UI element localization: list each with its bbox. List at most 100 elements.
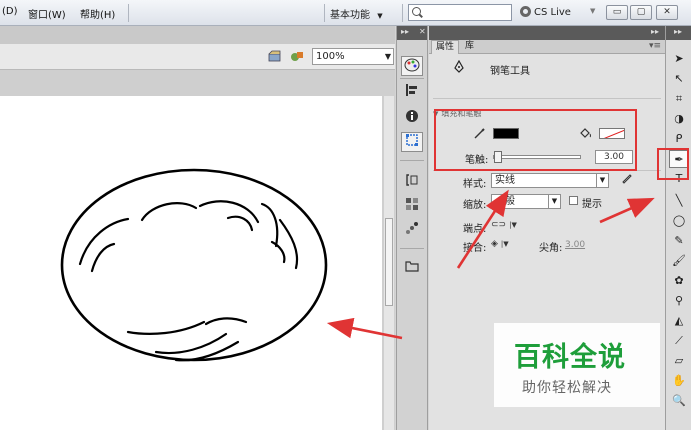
zoom-tool-icon[interactable]: 🔍 xyxy=(669,392,689,410)
workspace-label: 基本功能 xyxy=(330,10,370,21)
document-tab-strip xyxy=(0,26,395,44)
align-icon xyxy=(406,84,417,96)
tool-name: 钢笔工具 xyxy=(490,66,530,77)
brush-tool-icon[interactable]: 🖌 xyxy=(669,252,689,270)
align-panel-button[interactable] xyxy=(401,82,423,102)
deco-tool-icon[interactable]: ✿ xyxy=(669,272,689,290)
close-button[interactable]: ✕ xyxy=(656,5,678,20)
zoom-value: 100% xyxy=(316,51,345,62)
scale-select[interactable]: 一般 ▼ xyxy=(491,194,561,209)
miter-value[interactable]: 3.00 xyxy=(565,240,585,250)
divider xyxy=(400,248,424,249)
style-label: 样式: xyxy=(463,179,487,190)
menubar: (D) 窗口(W) 帮助(H) 基本功能 ▼ CS Live ▼ ▭ ▢ ✕ xyxy=(0,0,691,26)
cs-live-label: CS Live xyxy=(534,7,571,18)
collapse-panel-icon[interactable]: ▸▸ xyxy=(674,27,682,36)
search-icon xyxy=(412,7,421,16)
edit-symbols-icon[interactable] xyxy=(290,50,304,62)
edit-stroke-style-icon[interactable] xyxy=(621,172,633,184)
scrollbar-thumb[interactable] xyxy=(385,218,393,306)
selection-tool-icon[interactable]: ➤ xyxy=(669,50,689,68)
restore-button[interactable]: ▢ xyxy=(630,5,652,20)
zoom-select[interactable]: 100% ▼ xyxy=(312,48,394,65)
chevron-down-icon: |▼ xyxy=(509,221,517,229)
components-panel-button[interactable] xyxy=(401,196,423,216)
chevron-down-icon: ▼ xyxy=(548,195,560,208)
menu-item-window[interactable]: 窗口(W) xyxy=(28,6,66,21)
expand-panels-icon[interactable]: ▸▸ xyxy=(401,27,409,36)
watermark-subtitle: 助你轻松解决 xyxy=(522,380,612,396)
panel-tabs: 属性 库 ▾≡ xyxy=(429,40,665,54)
stroke-style-value: 实线 xyxy=(495,175,515,186)
info-icon xyxy=(406,110,418,122)
menu-item-help[interactable]: 帮助(H) xyxy=(80,6,115,21)
edit-scene-icon[interactable] xyxy=(268,50,282,62)
menu-separator xyxy=(128,4,129,22)
free-transform-tool-icon[interactable]: ⌗ xyxy=(669,90,689,108)
menu-separator xyxy=(402,4,403,22)
code-snippet-icon xyxy=(406,174,418,186)
close-icon[interactable]: ✕ xyxy=(419,27,426,36)
hint-label: 提示 xyxy=(582,199,602,210)
pencil-tool-icon[interactable]: ✎ xyxy=(669,232,689,250)
stage-vertical-scrollbar[interactable] xyxy=(384,96,394,430)
cs-live-icon xyxy=(520,6,531,17)
chevron-down-icon: ▼ xyxy=(384,52,391,61)
menu-separator xyxy=(324,4,325,22)
drawing xyxy=(60,168,328,362)
eyedropper-tool-icon[interactable]: ⟋ xyxy=(669,332,689,350)
bone-tool-icon[interactable]: ⚲ xyxy=(669,292,689,310)
collapsed-panels-strip: ▸▸ ✕ xyxy=(396,26,428,430)
chevron-down-icon[interactable]: ▼ xyxy=(590,7,595,15)
subselection-tool-icon[interactable]: ↖ xyxy=(669,70,689,88)
scale-label: 缩放: xyxy=(463,200,487,211)
stroke-style-select[interactable]: 实线 ▼ xyxy=(491,173,609,188)
3d-rotation-tool-icon[interactable]: ◑ xyxy=(669,110,689,128)
tools-panel: ▸▸ ➤ ↖ ⌗ ◑ ᑭ ✒ T ╲ ◯ ✎ 🖌 ✿ ⚲ ◭ ⟋ ▱ ✋ 🔍 xyxy=(665,26,691,430)
panel-header: ▸▸ ✕ xyxy=(397,26,427,40)
folder-icon xyxy=(405,261,419,272)
join-style-select[interactable]: ◈ |▼ xyxy=(491,239,509,249)
code-snippets-button[interactable] xyxy=(401,172,423,192)
line-tool-icon[interactable]: ╲ xyxy=(669,192,689,210)
hand-tool-icon[interactable]: ✋ xyxy=(669,372,689,390)
collapse-panel-icon[interactable]: ▸▸ xyxy=(651,27,659,36)
join-label: 接合: xyxy=(463,243,487,254)
round-cap-icon: ⊂⊃ xyxy=(491,220,507,230)
watermark: 百科全说 助你轻松解决 xyxy=(494,323,660,407)
paint-bucket-tool-icon[interactable]: ◭ xyxy=(669,312,689,330)
oval-tool-icon[interactable]: ◯ xyxy=(669,212,689,230)
project-panel-button[interactable] xyxy=(401,258,423,278)
join-icon: ◈ xyxy=(491,239,498,249)
search-input[interactable] xyxy=(425,5,505,19)
panel-menu-icon[interactable]: ▾≡ xyxy=(649,41,661,51)
panel-header: ▸▸ xyxy=(666,26,691,40)
tab-library[interactable]: 库 xyxy=(461,40,478,54)
color-panel-button[interactable] xyxy=(401,56,423,76)
stage-canvas[interactable] xyxy=(0,96,382,430)
chevron-down-icon: ▼ xyxy=(377,12,383,20)
info-panel-button[interactable] xyxy=(401,108,423,128)
chevron-down-icon: ▼ xyxy=(596,174,608,187)
lasso-tool-icon[interactable]: ᑭ xyxy=(669,130,689,148)
workspace-switcher[interactable]: 基本功能 ▼ xyxy=(330,6,383,21)
minimize-button[interactable]: ▭ xyxy=(606,5,628,20)
motion-presets-button[interactable] xyxy=(401,220,423,240)
transform-panel-button[interactable] xyxy=(401,132,423,152)
edit-bar: 100% ▼ xyxy=(0,44,395,70)
cap-style-select[interactable]: ⊂⊃ |▼ xyxy=(491,220,517,230)
menu-item-edit-partial[interactable]: (D) xyxy=(2,6,18,17)
cs-live-button[interactable]: CS Live xyxy=(520,6,571,18)
watermark-title: 百科全说 xyxy=(514,342,626,373)
tab-properties[interactable]: 属性 xyxy=(431,40,460,54)
cloud-strokes xyxy=(78,200,299,362)
miter-label: 尖角: xyxy=(539,243,563,254)
search-box[interactable] xyxy=(408,4,512,21)
divider xyxy=(400,78,424,79)
transform-icon xyxy=(406,134,418,146)
hint-checkbox[interactable] xyxy=(569,196,578,205)
divider xyxy=(433,98,661,99)
components-icon xyxy=(406,198,418,210)
eraser-tool-icon[interactable]: ▱ xyxy=(669,352,689,370)
scale-value: 一般 xyxy=(495,196,515,207)
